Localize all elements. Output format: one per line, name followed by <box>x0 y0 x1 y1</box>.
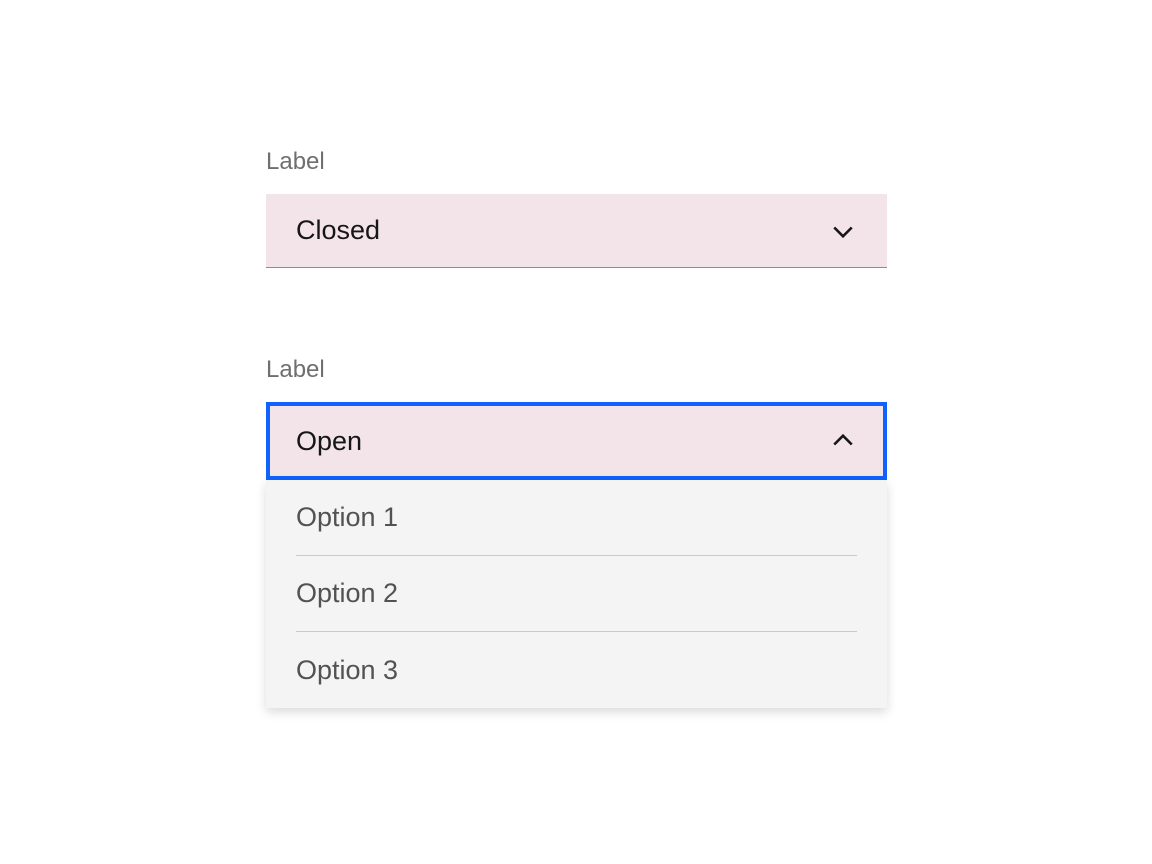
dropdown-option-1[interactable]: Option 1 <box>296 480 857 556</box>
dropdown-menu: Option 1 Option 2 Option 3 <box>266 480 887 708</box>
dropdown-open-value: Open <box>296 426 362 457</box>
chevron-up-icon <box>829 427 857 455</box>
dropdown-option-2[interactable]: Option 2 <box>296 556 857 632</box>
dropdown-option-3[interactable]: Option 3 <box>296 632 857 708</box>
dropdown-open-trigger[interactable]: Open <box>266 402 887 480</box>
dropdown-closed-label: Label <box>266 148 887 176</box>
dropdown-open-label: Label <box>266 356 887 384</box>
chevron-down-icon <box>829 217 857 245</box>
dropdown-closed-group: Label Closed <box>266 148 887 268</box>
dropdown-closed-value: Closed <box>296 215 380 246</box>
dropdown-closed-trigger[interactable]: Closed <box>266 194 887 268</box>
dropdown-open-group: Label Open Option 1 Option 2 Option 3 <box>266 356 887 708</box>
